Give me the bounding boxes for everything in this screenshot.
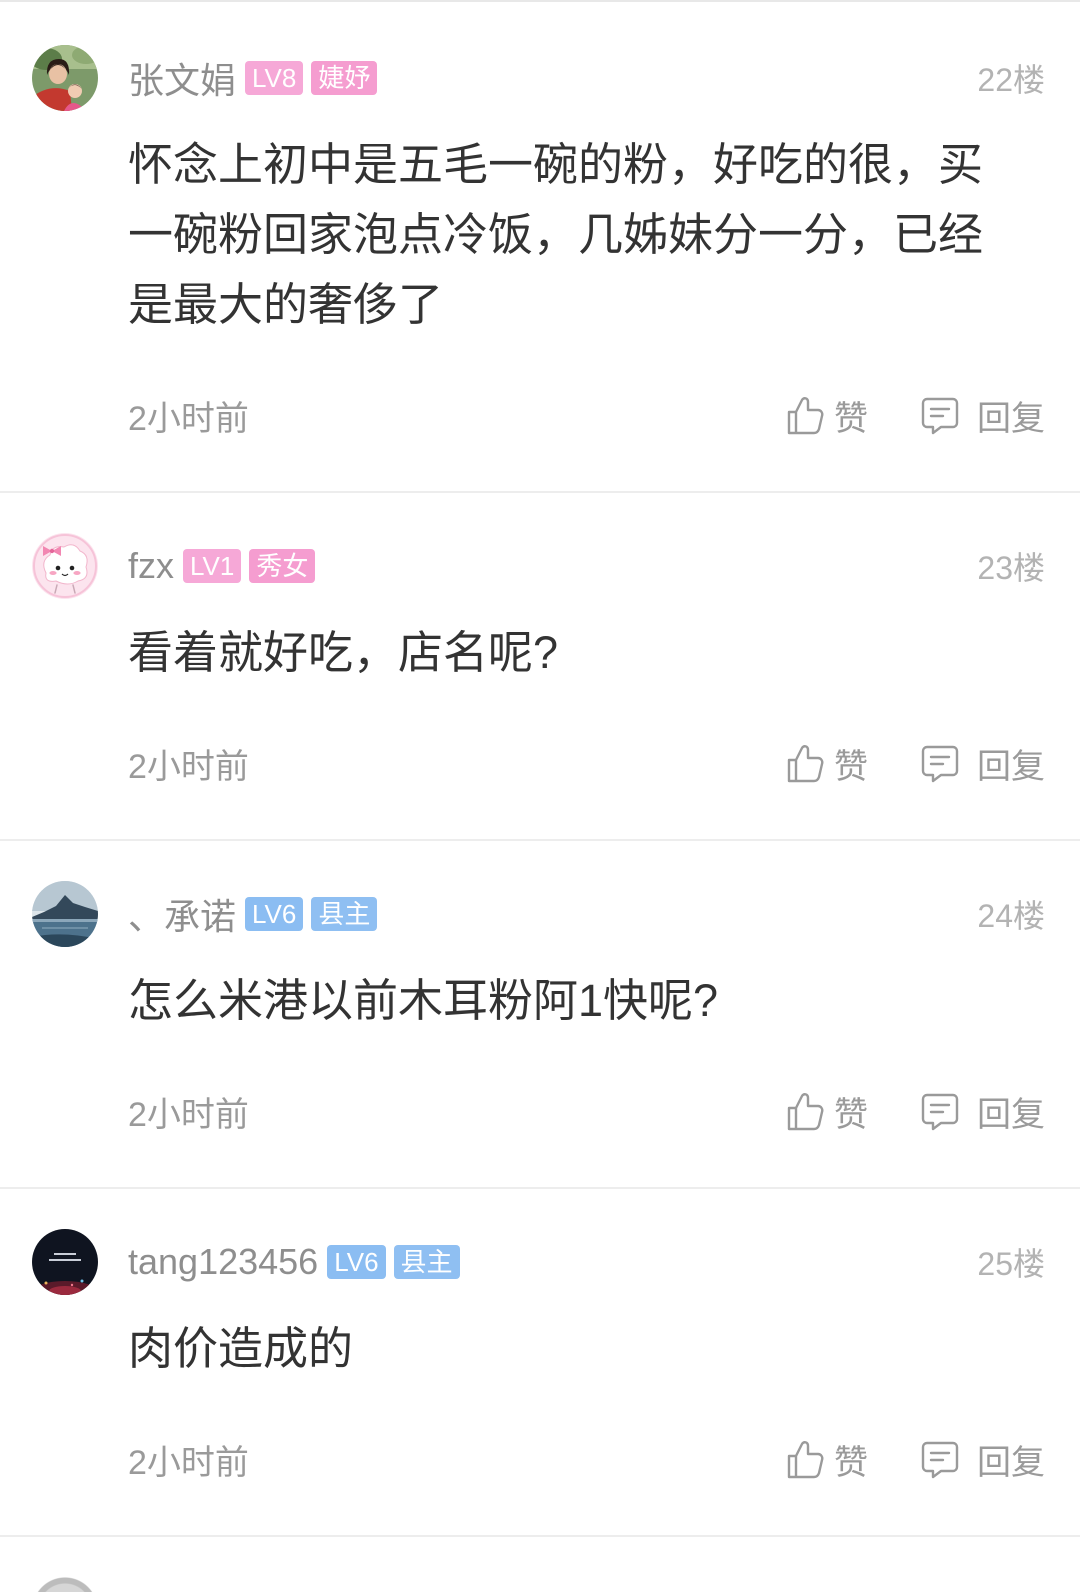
timestamp: 2小时前: [128, 399, 249, 438]
floor-number: 22楼: [977, 62, 1045, 98]
thumbs-up-icon: [787, 397, 824, 435]
reply-button[interactable]: 回复: [921, 1087, 1045, 1136]
avatar-image: [32, 1229, 98, 1295]
user-name[interactable]: 、承诺: [128, 888, 236, 940]
comment-text: 怎么米港以前木耳粉阿1快呢?: [128, 975, 719, 1026]
avatar-image: [32, 881, 98, 947]
floor-number: 23楼: [977, 550, 1045, 586]
thumbs-up-icon: [787, 1441, 824, 1479]
avatar[interactable]: [32, 881, 98, 947]
avatar[interactable]: [32, 1577, 98, 1592]
comment-bubble-icon: [921, 745, 959, 783]
reply-label: 回复: [977, 747, 1045, 786]
comment-header: 张文娟 LV8 婕妤 22楼: [128, 45, 1045, 111]
thumbs-up-icon: [787, 745, 824, 783]
reply-label: 回复: [977, 1095, 1045, 1134]
floor-number: 25楼: [977, 1246, 1045, 1282]
comment-bubble-icon: [921, 1441, 959, 1479]
comment-header: 、承诺 LV6 县主 24楼: [128, 881, 1045, 947]
level-badge: LV1: [183, 549, 242, 583]
user-name[interactable]: 张文娟: [128, 52, 236, 104]
comment-item: fzx LV1 秀女 23楼 看着就好吃，店名呢? 2小时前 赞 回复: [0, 493, 1080, 841]
floor-number: 24楼: [977, 898, 1045, 934]
comment-header: tang123456 LV6 县主 25楼: [128, 1229, 1045, 1295]
comment-item-partial: [0, 1537, 1080, 1592]
title-badge: 秀女: [249, 549, 316, 583]
user-name[interactable]: fzx: [128, 545, 174, 587]
comment-text: 怀念上初中是五毛一碗的粉，好吃的很，买一碗粉回家泡点冷饭，几姊妹分一分，已经是最…: [128, 139, 984, 330]
thumbs-up-icon: [787, 1093, 824, 1131]
comment-actions: 赞 回复: [786, 1435, 1045, 1484]
comment-footer: 2小时前 赞 回复: [128, 1429, 1045, 1489]
reply-button[interactable]: 回复: [921, 391, 1045, 440]
title-badge: 县主: [311, 897, 378, 931]
comment-text: 看着就好吃，店名呢?: [128, 627, 559, 678]
level-badge: LV6: [327, 1245, 386, 1279]
like-label: 赞: [834, 399, 868, 438]
avatar[interactable]: [32, 1229, 98, 1295]
reply-label: 回复: [977, 399, 1045, 438]
comment-bubble-icon: [921, 1093, 959, 1131]
level-badge: LV6: [245, 897, 304, 931]
avatar-image: [32, 45, 98, 111]
like-label: 赞: [834, 747, 868, 786]
title-badge: 婕妤: [311, 61, 378, 95]
like-button[interactable]: 赞: [786, 739, 868, 788]
reply-label: 回复: [977, 1443, 1045, 1482]
reply-button[interactable]: 回复: [921, 739, 1045, 788]
avatar[interactable]: [32, 533, 98, 599]
like-button[interactable]: 赞: [786, 391, 868, 440]
comment-footer: 2小时前 赞 回复: [128, 385, 1045, 445]
timestamp: 2小时前: [128, 1443, 249, 1482]
comment-footer: 2小时前 赞 回复: [128, 733, 1045, 793]
reply-button[interactable]: 回复: [921, 1435, 1045, 1484]
comment-actions: 赞 回复: [786, 739, 1045, 788]
comment-bubble-icon: [921, 397, 959, 435]
comment-item: 、承诺 LV6 县主 24楼 怎么米港以前木耳粉阿1快呢? 2小时前 赞 回复: [0, 841, 1080, 1189]
comment-item: 张文娟 LV8 婕妤 22楼 怀念上初中是五毛一碗的粉，好吃的很，买一碗粉回家泡…: [0, 2, 1080, 493]
timestamp: 2小时前: [128, 747, 249, 786]
comment-footer: 2小时前 赞 回复: [128, 1081, 1045, 1141]
level-badge: LV8: [245, 61, 304, 95]
user-name[interactable]: tang123456: [128, 1241, 318, 1283]
comment-actions: 赞 回复: [786, 1087, 1045, 1136]
like-label: 赞: [834, 1443, 868, 1482]
like-label: 赞: [834, 1095, 868, 1134]
avatar-image: [32, 533, 98, 599]
comment-header: fzx LV1 秀女 23楼: [128, 533, 1045, 599]
title-badge: 县主: [393, 1245, 460, 1279]
timestamp: 2小时前: [128, 1095, 249, 1134]
comment-actions: 赞 回复: [786, 391, 1045, 440]
like-button[interactable]: 赞: [786, 1435, 868, 1484]
like-button[interactable]: 赞: [786, 1087, 868, 1136]
comment-text: 肉价造成的: [128, 1323, 354, 1374]
avatar[interactable]: [32, 45, 98, 111]
comment-item: tang123456 LV6 县主 25楼 肉价造成的 2小时前 赞 回复: [0, 1189, 1080, 1537]
